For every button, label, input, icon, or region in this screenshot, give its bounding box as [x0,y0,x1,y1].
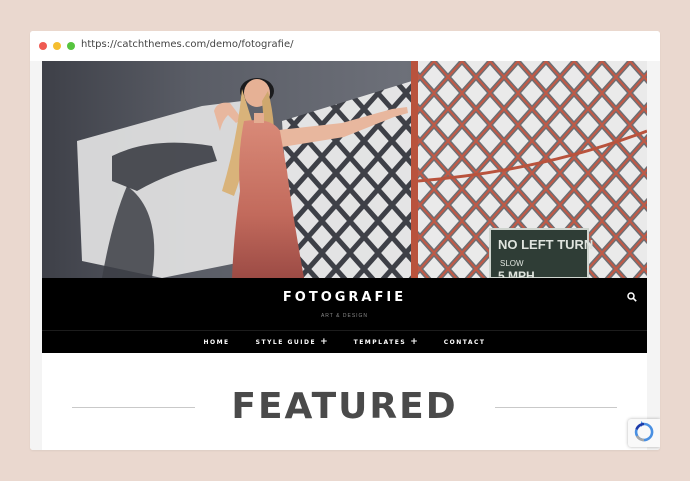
search-icon[interactable] [627,289,637,302]
browser-window: https://catchthemes.com/demo/fotografie/ [30,31,660,450]
sign-line-1: NO LEFT TURN [498,237,593,252]
site-title[interactable]: FOTOGRAFIE [42,290,647,305]
nav-item-templates[interactable]: TEMPLATES + [354,337,418,347]
nav-item-label: HOME [203,338,230,346]
featured-section-header: FEATURED [42,383,647,427]
nav-item-label: TEMPLATES [353,338,407,346]
url-text[interactable]: https://catchthemes.com/demo/fotografie/ [81,39,293,50]
nav-item-style-guide[interactable]: STYLE GUIDE + [256,337,328,347]
browser-viewport: NO LEFT TURN SLOW 5 MPH FOTOGRAFIE ART & [30,61,660,450]
nav-item-label: STYLE GUIDE [255,338,317,346]
nav-item-contact[interactable]: CONTACT [444,339,486,346]
nav-item-label: CONTACT [443,338,486,346]
hero-image: NO LEFT TURN SLOW 5 MPH [42,61,647,278]
browser-address-bar: https://catchthemes.com/demo/fotografie/ [30,31,660,61]
site-header: FOTOGRAFIE ART & DESIGN HOME STYLE GUIDE [42,278,647,353]
sign-line-2: SLOW [500,259,524,268]
web-page: NO LEFT TURN SLOW 5 MPH FOTOGRAFIE ART & [42,61,647,450]
plus-icon[interactable]: + [320,337,328,347]
minimize-window-dot[interactable] [53,42,61,50]
primary-navigation: HOME STYLE GUIDE + TEMPLATES + CONTACT [42,331,647,353]
featured-heading: FEATURED [231,386,458,427]
close-window-dot[interactable] [39,42,47,50]
plus-icon[interactable]: + [410,337,418,347]
recaptcha-icon [634,421,654,442]
nav-item-home[interactable]: HOME [203,339,229,346]
sign-line-3: 5 MPH [498,269,535,278]
recaptcha-badge[interactable] [628,419,660,447]
site-tagline: ART & DESIGN [320,313,369,319]
maximize-window-dot[interactable] [67,42,75,50]
